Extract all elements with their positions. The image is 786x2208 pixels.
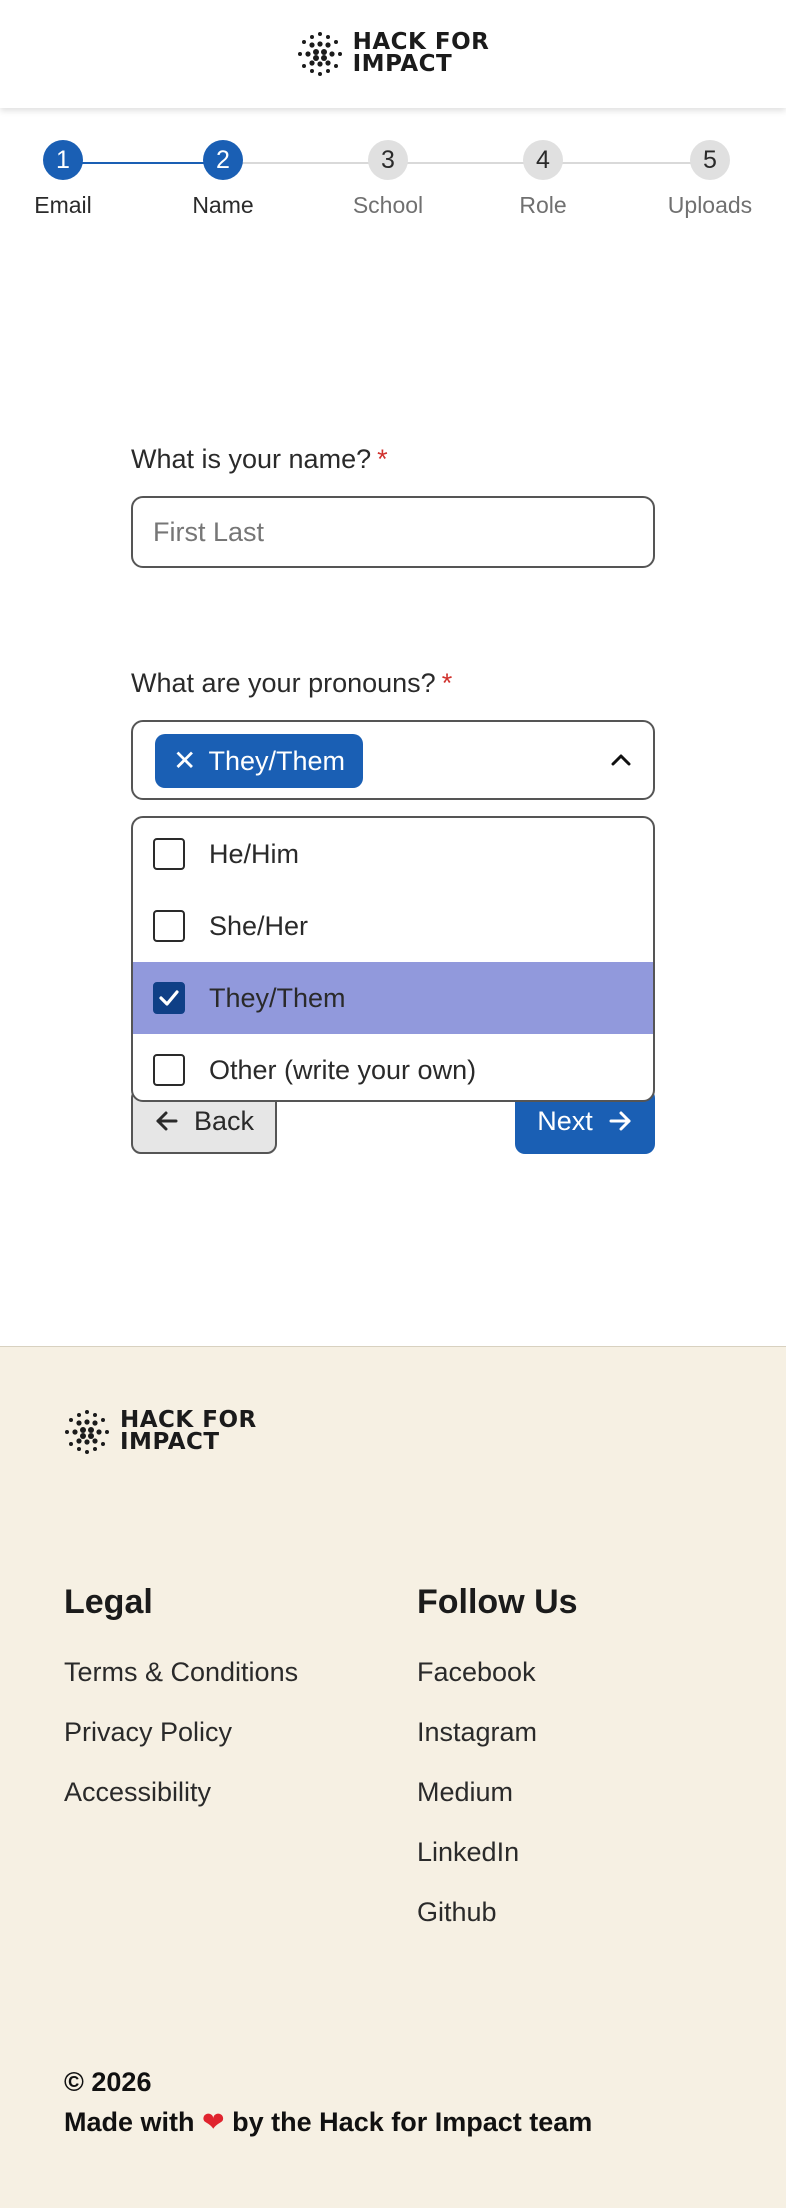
option-other[interactable]: Other (write your own) [133,1034,653,1100]
pronouns-dropdown: He/Him She/Her They/Them Other (write yo… [131,816,655,1102]
step-label: Role [519,192,567,218]
legal-heading: Legal [64,1583,153,1621]
checkbox-checked[interactable] [153,982,185,1014]
name-input[interactable] [131,496,655,568]
pronouns-select[interactable]: ✕ They/Them [131,720,655,800]
copyright: © 2026 [64,2067,152,2097]
chevron-up-icon[interactable] [607,746,635,774]
chip-label: They/Them [208,745,346,776]
required-asterisk: * [377,444,388,474]
step-number: 2 [203,140,243,180]
remove-chip-icon[interactable]: ✕ [173,747,196,775]
heart-icon: ❤ [202,2107,225,2137]
step-label: Name [192,192,254,218]
checkbox-unchecked[interactable] [153,838,185,870]
logo-dots-icon [65,1410,109,1454]
option-she-her[interactable]: She/Her [133,890,653,962]
stepper-steps: 1 Email 2 Name 3 School 4 Role 5 Uploads [0,140,786,230]
step-email: 1 Email [0,140,133,219]
step-number: 1 [43,140,83,180]
pronouns-label: What are your pronouns? * [131,668,453,698]
arrow-right-icon [609,1111,631,1131]
option-label: Other (write your own) [209,1054,477,1085]
arrow-left-icon [156,1111,178,1131]
option-label: They/Them [209,982,346,1013]
step-role: 4 Role [473,140,613,219]
next-label: Next [537,1105,593,1136]
terms-link[interactable]: Terms & Conditions [64,1657,298,1688]
step-school: 3 School [318,140,458,219]
site-header: HACK FOR IMPACT [0,0,786,108]
option-he-him[interactable]: He/Him [133,818,653,890]
step-label: School [352,192,424,218]
accessibility-link[interactable]: Accessibility [64,1777,211,1808]
step-number: 5 [690,140,730,180]
step-uploads: 5 Uploads [640,140,780,219]
step-number: 4 [523,140,563,180]
back-label: Back [193,1105,255,1136]
step-number: 3 [368,140,408,180]
required-asterisk: * [441,668,453,698]
checkbox-unchecked[interactable] [153,910,185,942]
facebook-link[interactable]: Facebook [417,1657,536,1688]
logo-wordmark: HACK FOR IMPACT [352,29,490,77]
option-they-them[interactable]: They/Them [133,962,653,1034]
option-label: She/Her [209,910,309,941]
step-label: Uploads [667,192,753,218]
privacy-link[interactable]: Privacy Policy [64,1717,232,1748]
step-name: 2 Name [153,140,293,219]
linkedin-link[interactable]: LinkedIn [417,1837,519,1868]
made-with-line: Made with ❤ by the Hack for Impact team [64,2107,593,2137]
selected-pronoun-chip: ✕ They/Them [155,734,364,788]
follow-heading: Follow Us [417,1583,578,1621]
hack-for-impact-logo[interactable]: HACK FOR IMPACT [297,31,490,77]
medium-link[interactable]: Medium [417,1777,513,1808]
step-label: Email [34,192,92,218]
footer-logo[interactable]: HACK FOR IMPACT [64,1409,257,1455]
instagram-link[interactable]: Instagram [417,1717,537,1748]
github-link[interactable]: Github [417,1897,497,1928]
site-footer: HACK FOR IMPACT Legal Terms & Conditions… [0,1346,786,2208]
logo-dots-icon [297,32,342,76]
checkmark-icon [159,990,179,1006]
option-label: He/Him [209,838,300,869]
checkbox-unchecked[interactable] [153,1054,185,1086]
logo-wordmark: HACK FOR IMPACT [120,1407,257,1455]
name-label: What is your name? * [131,444,388,474]
